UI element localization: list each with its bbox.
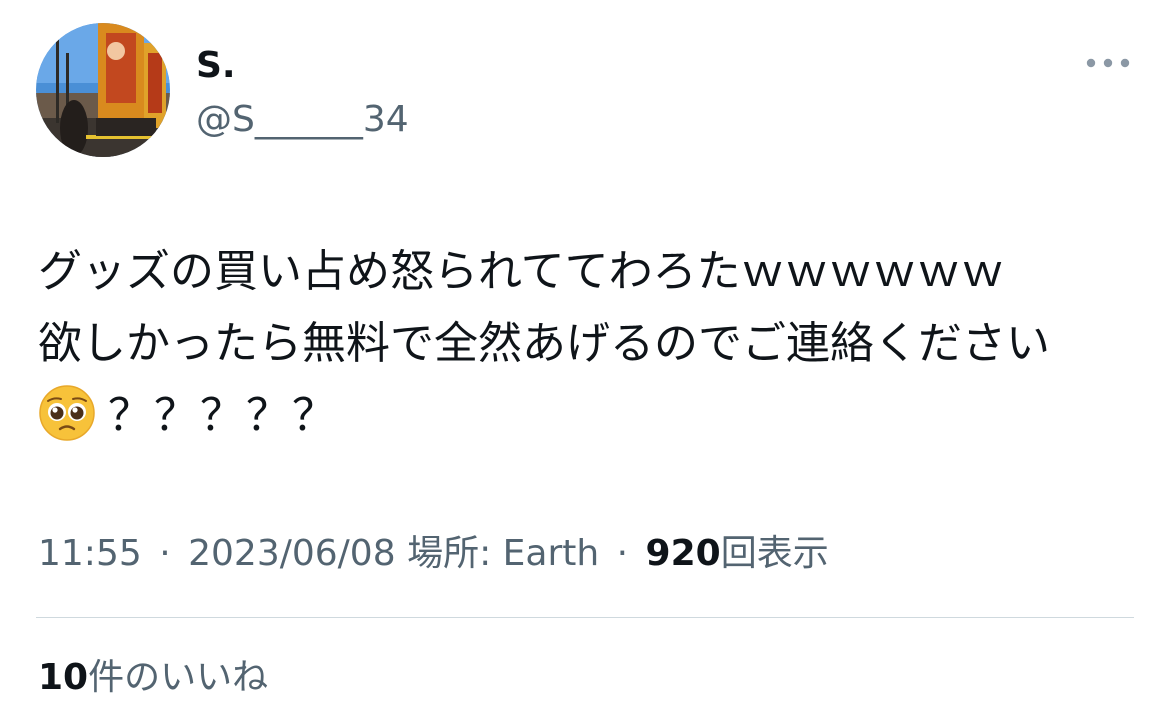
likes-summary[interactable]: 10件のいいね (38, 654, 268, 702)
tweet-date[interactable]: 2023/06/08 (188, 533, 396, 574)
tweet-text-line-3: ？？？？？ (38, 380, 1148, 452)
divider (36, 617, 1134, 618)
meta-separator: · (616, 533, 629, 574)
more-options-button[interactable] (1080, 48, 1136, 78)
tweet-time[interactable]: 11:55 (38, 533, 142, 574)
tweet-detail: S. @S______34 グッズの買い占め怒られててわろたｗｗｗｗｗｗ 欲しか… (0, 0, 1170, 719)
author-display-name[interactable]: S. (196, 44, 236, 88)
likes-label: 件のいいね (88, 657, 269, 698)
tweet-meta: 11:55 · 2023/06/08 場所: Earth · 920回表示 (38, 530, 829, 578)
avatar-photo (36, 23, 170, 157)
meta-separator: · (159, 533, 171, 574)
tweet-location: 場所: Earth (407, 533, 600, 574)
tweet-text-line-1: グッズの買い占め怒られててわろたｗｗｗｗｗｗ (38, 246, 1005, 297)
pleading-face-emoji (38, 384, 96, 442)
views-count: 920 (645, 533, 721, 574)
tweet-text: グッズの買い占め怒られててわろたｗｗｗｗｗｗ 欲しかったら無料で全然あげるのでご… (38, 236, 1148, 452)
views-label: 回表示 (720, 533, 829, 574)
likes-count: 10 (38, 657, 89, 698)
more-horizontal-icon (1086, 58, 1130, 68)
question-marks: ？？？？？ (108, 390, 338, 441)
avatar[interactable] (36, 23, 170, 157)
tweet-text-line-2: 欲しかったら無料で全然あげるのでご連絡ください (38, 318, 1050, 369)
author-handle[interactable]: @S______34 (196, 98, 409, 142)
